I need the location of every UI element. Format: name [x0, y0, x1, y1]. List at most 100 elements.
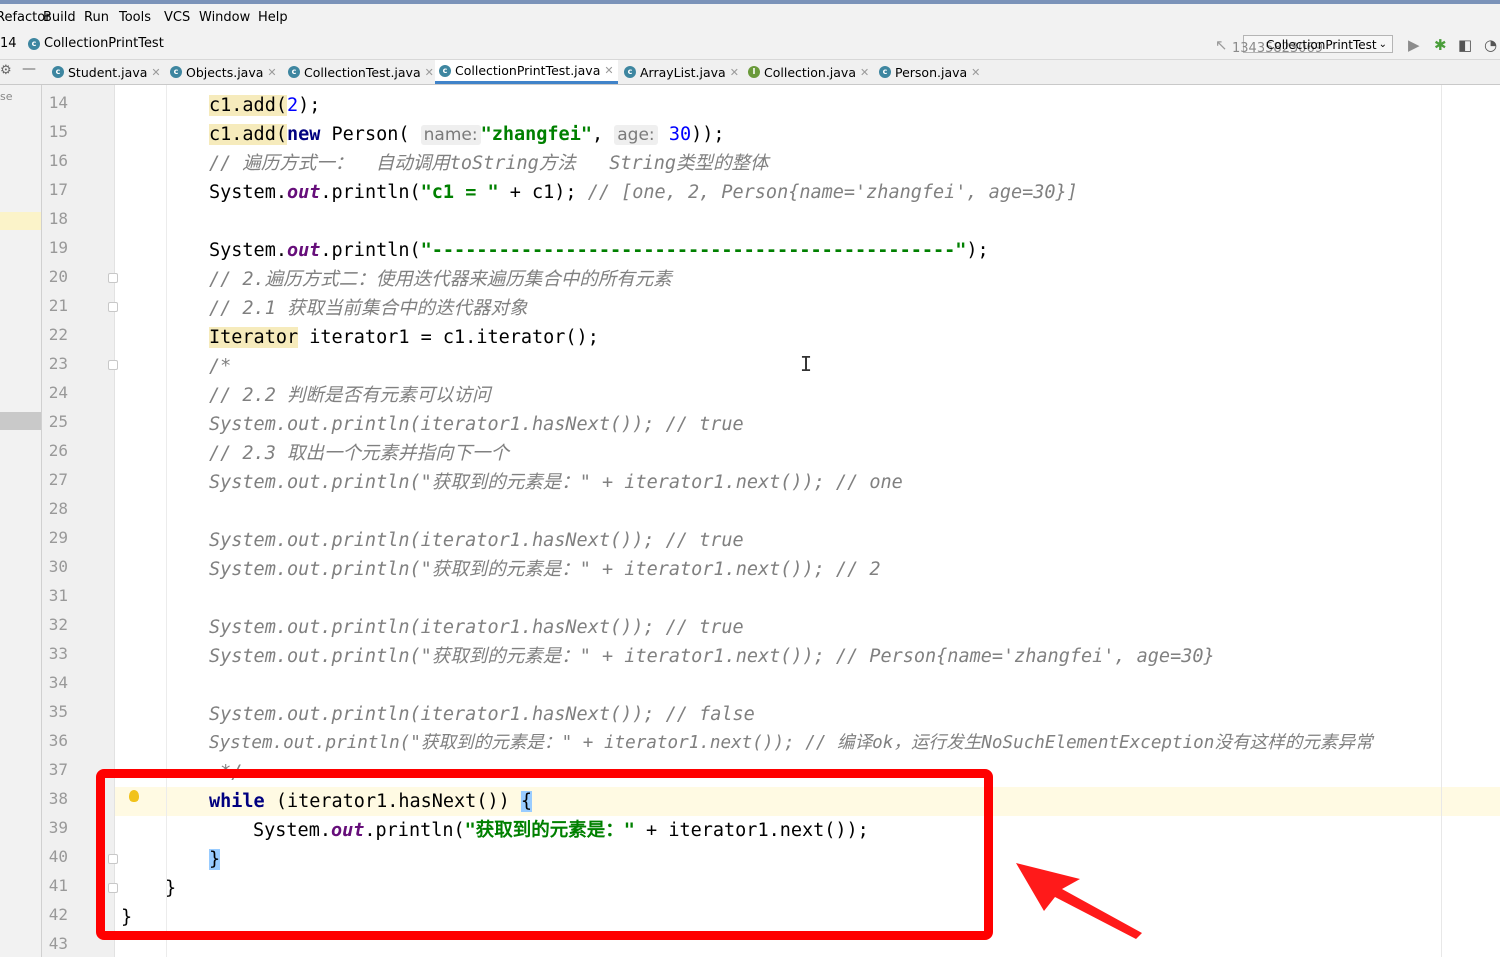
line-number[interactable]: 38	[42, 789, 68, 808]
line-number[interactable]: 23	[42, 354, 68, 373]
line-number[interactable]: 31	[42, 586, 68, 605]
tab-label: Collection.java	[764, 64, 856, 80]
fold-marker[interactable]	[108, 302, 118, 312]
close-icon[interactable]: ✕	[425, 66, 434, 79]
line-number[interactable]: 30	[42, 557, 68, 576]
code-line-20[interactable]: // 2.遍历方式二：使用迭代器来遍历集合中的所有元素	[209, 265, 672, 294]
back-arrow-icon[interactable]: ↖	[1215, 36, 1228, 54]
line-number[interactable]: 14	[42, 93, 68, 112]
tab-collection-print-test[interactable]: c CollectionPrintTest.java ✕	[435, 60, 618, 84]
code-line-36[interactable]: System.out.println("获取到的元素是：" + iterator…	[209, 729, 1373, 758]
line-number[interactable]: 37	[42, 760, 68, 779]
run-icon[interactable]: ▶	[1408, 36, 1420, 54]
project-panel-strip[interactable]: se	[0, 85, 42, 957]
close-icon[interactable]: ✕	[604, 64, 613, 77]
line-number[interactable]: 41	[42, 876, 68, 895]
annotation-highlight-box	[96, 769, 993, 940]
code-line-22[interactable]: Iterator iterator1 = c1.iterator();	[209, 323, 599, 352]
line-number[interactable]: 42	[42, 905, 68, 924]
line-number[interactable]: 18	[42, 209, 68, 228]
code-token: 30	[668, 124, 692, 145]
menu-help[interactable]: Help	[258, 10, 288, 25]
code-token: 2	[286, 95, 299, 116]
line-number[interactable]: 16	[42, 151, 68, 170]
line-number[interactable]: 17	[42, 180, 68, 199]
project-panel-label: se	[0, 90, 13, 103]
breadcrumb-class[interactable]: c CollectionPrintTest	[28, 36, 164, 51]
code-line-35[interactable]: System.out.println(iterator1.hasNext());…	[209, 700, 755, 729]
tab-person[interactable]: c Person.java ✕	[875, 60, 984, 84]
code-line-21[interactable]: // 2.1 获取当前集合中的迭代器对象	[209, 294, 527, 323]
line-number[interactable]: 40	[42, 847, 68, 866]
parameter-hint: name:	[420, 125, 481, 145]
menu-tools[interactable]: Tools	[119, 10, 151, 25]
code-line-16[interactable]: // 遍历方式一： 自动调用toString方法 String类型的整体	[209, 149, 769, 178]
line-number[interactable]: 21	[42, 296, 68, 315]
code-token: ,	[591, 124, 615, 145]
code-line-30[interactable]: System.out.println("获取到的元素是：" + iterator…	[209, 555, 880, 584]
line-number[interactable]: 39	[42, 818, 68, 837]
profile-icon[interactable]: ◔	[1484, 36, 1497, 54]
line-number[interactable]: 20	[42, 267, 68, 286]
code-line-24[interactable]: // 2.2 判断是否有元素可以访问	[209, 381, 490, 410]
code-line-27[interactable]: System.out.println("获取到的元素是：" + iterator…	[209, 468, 903, 497]
code-line-17[interactable]: System.out.println("c1 = " + c1); // [on…	[209, 178, 1078, 207]
gear-icon[interactable]: ⚙	[0, 63, 12, 78]
code-line-23[interactable]: /*	[209, 352, 231, 381]
fold-marker[interactable]	[108, 273, 118, 283]
menu-build[interactable]: Build	[43, 10, 76, 25]
code-line-26[interactable]: // 2.3 取出一个元素并指向下一个	[209, 439, 509, 468]
class-icon: c	[170, 66, 182, 78]
line-number[interactable]: 43	[42, 934, 68, 953]
line-number[interactable]: 26	[42, 441, 68, 460]
tab-objects[interactable]: c Objects.java ✕	[166, 60, 281, 84]
tab-collection[interactable]: I Collection.java ✕	[744, 60, 873, 84]
debug-icon[interactable]: ✱	[1434, 36, 1447, 54]
close-icon[interactable]: ✕	[267, 66, 276, 79]
code-line-33[interactable]: System.out.println("获取到的元素是：" + iterator…	[209, 642, 1215, 671]
close-icon[interactable]: ✕	[971, 66, 980, 79]
line-number[interactable]: 33	[42, 644, 68, 663]
code-line-25[interactable]: System.out.println(iterator1.hasNext());…	[209, 410, 744, 439]
line-number[interactable]: 28	[42, 499, 68, 518]
code-token: out	[286, 182, 321, 203]
line-number[interactable]: 19	[42, 238, 68, 257]
line-number[interactable]: 32	[42, 615, 68, 634]
code-token: "---------------------------------------…	[420, 240, 967, 261]
code-line-32[interactable]: System.out.println(iterator1.hasNext());…	[209, 613, 744, 642]
close-icon[interactable]: ✕	[860, 66, 869, 79]
line-number[interactable]: 35	[42, 702, 68, 721]
line-number[interactable]: 34	[42, 673, 68, 692]
class-icon: c	[28, 37, 40, 50]
fold-marker[interactable]	[108, 360, 118, 370]
close-icon[interactable]: ✕	[151, 66, 160, 79]
menu-window[interactable]: Window	[199, 10, 250, 25]
code-token: Person(	[320, 124, 410, 145]
minimize-icon[interactable]: —	[22, 61, 36, 77]
code-line-15[interactable]: c1.add(new Person( name: "zhangfei", age:…	[209, 120, 725, 149]
code-line-19[interactable]: System.out.println("--------------------…	[209, 236, 989, 265]
tab-label: Student.java	[68, 64, 148, 80]
tab-arraylist[interactable]: c ArrayList.java ✕	[620, 60, 743, 84]
code-token: ));	[691, 124, 725, 145]
line-number[interactable]: 36	[42, 731, 68, 750]
line-number[interactable]: 29	[42, 528, 68, 547]
line-number[interactable]: 25	[42, 412, 68, 431]
code-token: .println(	[320, 182, 421, 203]
close-icon[interactable]: ✕	[730, 66, 739, 79]
coverage-icon[interactable]: ◧	[1458, 36, 1472, 54]
menu-bar: Refactor Build Run Tools VCS Window Help	[0, 4, 1500, 32]
code-line-29[interactable]: System.out.println(iterator1.hasNext());…	[209, 526, 744, 555]
line-number[interactable]: 27	[42, 470, 68, 489]
run-configuration-select[interactable]: 13435823069 CollectionPrintTest ⌄	[1232, 35, 1393, 56]
tab-collection-test[interactable]: c CollectionTest.java ✕	[284, 60, 438, 84]
tab-student[interactable]: c Student.java ✕	[48, 60, 165, 84]
menu-vcs[interactable]: VCS	[164, 10, 190, 25]
menu-run[interactable]: Run	[84, 10, 109, 25]
code-line-14[interactable]: c1.add(2);	[209, 91, 320, 120]
line-number[interactable]: 24	[42, 383, 68, 402]
chevron-down-icon: ⌄	[1378, 39, 1387, 50]
line-number[interactable]: 15	[42, 122, 68, 141]
line-number[interactable]: 22	[42, 325, 68, 344]
breadcrumb-project[interactable]: 14	[0, 36, 17, 51]
